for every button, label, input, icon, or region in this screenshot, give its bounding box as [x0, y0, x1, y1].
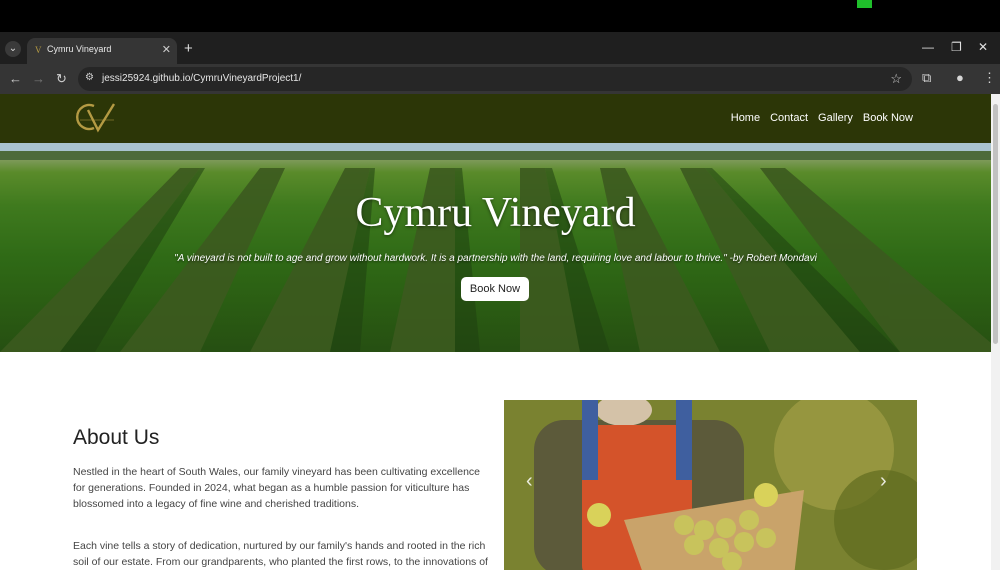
forward-arrow-icon[interactable]: →	[32, 71, 45, 86]
about-paragraph: Each vine tells a story of dedication, n…	[73, 540, 488, 568]
status-indicator	[857, 0, 872, 8]
nav-link-home[interactable]: Home	[731, 112, 760, 124]
vineyard-image	[0, 143, 991, 352]
about-title: About Us	[73, 426, 160, 449]
puzzle-icon[interactable]: ⧉	[922, 70, 931, 86]
nav-link-contact[interactable]: Contact	[770, 112, 808, 124]
address-bar-row: ← → ↻ ⚙ jessi25924.github.io/CymruVineya…	[0, 64, 1000, 94]
about-carousel: ‹ ›	[504, 400, 917, 570]
kebab-menu-icon[interactable]: ⋮	[983, 70, 996, 86]
profile-icon[interactable]: ●	[956, 70, 964, 85]
minimize-icon[interactable]: —	[922, 40, 934, 54]
web-page: Home Contact Gallery Book Now Cymru Vine…	[0, 94, 991, 570]
hero-banner: Cymru Vineyard "A vineyard is not built …	[0, 143, 991, 352]
reload-icon[interactable]: ↻	[56, 71, 67, 87]
tab-title: Cymru Vineyard	[47, 44, 112, 54]
star-icon[interactable]: ☆	[890, 71, 902, 87]
about-paragraph: Nestled in the heart of South Wales, our…	[73, 466, 480, 510]
new-tab-button[interactable]: +	[184, 40, 193, 57]
chevron-left-icon[interactable]: ‹	[526, 470, 533, 493]
chevron-down-icon[interactable]: ⌄	[5, 41, 21, 57]
close-window-icon[interactable]: ✕	[978, 40, 988, 54]
os-top-strip	[0, 0, 1000, 32]
book-now-button[interactable]: Book Now	[461, 277, 529, 301]
browser-tab[interactable]: V Cymru Vineyard ✕	[27, 38, 177, 64]
farmer-photo	[504, 400, 917, 570]
site-info-icon[interactable]: ⚙	[85, 72, 94, 83]
vineyard-logo[interactable]	[74, 100, 120, 134]
favicon-icon: V	[35, 45, 42, 55]
scrollbar-thumb[interactable]	[993, 104, 998, 344]
nav-link-book-now[interactable]: Book Now	[863, 112, 913, 124]
address-bar[interactable]: ⚙ jessi25924.github.io/CymruVineyardProj…	[78, 67, 912, 91]
url-text[interactable]: jessi25924.github.io/CymruVineyardProjec…	[102, 73, 301, 84]
chevron-right-icon[interactable]: ›	[880, 470, 887, 493]
hero-quote: "A vineyard is not built to age and grow…	[174, 253, 817, 264]
back-arrow-icon[interactable]: ←	[9, 71, 22, 86]
main-menu: Home Contact Gallery Book Now	[731, 112, 913, 124]
restore-icon[interactable]: ❐	[951, 40, 962, 54]
page-scrollbar[interactable]	[991, 94, 1000, 570]
close-tab-icon[interactable]: ✕	[162, 43, 171, 56]
browser-tab-bar: ⌄ V Cymru Vineyard ✕	[0, 32, 1000, 64]
nav-link-gallery[interactable]: Gallery	[818, 112, 853, 124]
hero-title: Cymru Vineyard	[355, 190, 636, 236]
site-navbar: Home Contact Gallery Book Now	[0, 94, 991, 143]
